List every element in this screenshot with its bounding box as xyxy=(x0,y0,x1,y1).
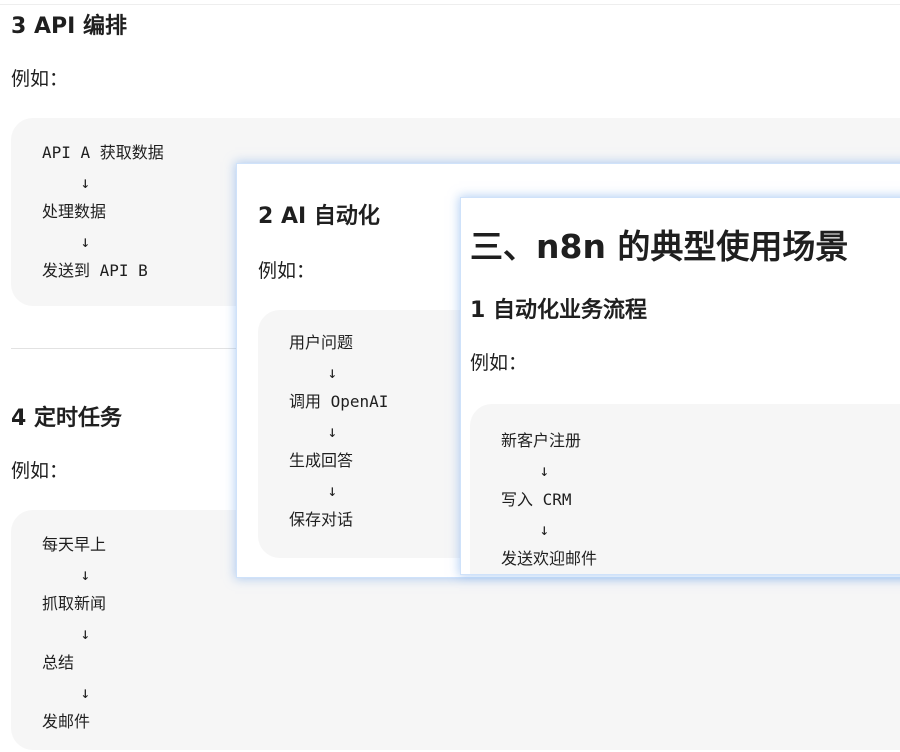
section-3-heading: 3 API 编排 xyxy=(11,14,127,39)
ai-automation-heading: 2 AI 自动化 xyxy=(258,204,380,229)
business-process-intro: 例如： xyxy=(470,352,528,374)
main-scenario-window[interactable]: 三、n8n 的典型使用场景 1 自动化业务流程 例如： 新客户注册 ↓ 写入 C… xyxy=(461,198,900,574)
section-3-intro: 例如： xyxy=(11,68,69,90)
main-title: 三、n8n 的典型使用场景 xyxy=(470,227,849,266)
top-divider xyxy=(0,4,900,5)
ai-automation-code: 用户问题 ↓ 调用 OpenAI ↓ 生成回答 ↓ 保存对话 xyxy=(289,333,389,529)
document-page: 3 API 编排 例如： API A 获取数据 ↓ 处理数据 ↓ 发送到 API… xyxy=(0,0,900,752)
section-3-code: API A 获取数据 ↓ 处理数据 ↓ 发送到 API B xyxy=(42,143,164,280)
business-process-heading: 1 自动化业务流程 xyxy=(470,298,647,323)
business-process-code: 新客户注册 ↓ 写入 CRM ↓ 发送欢迎邮件 xyxy=(501,431,598,568)
ai-automation-intro: 例如： xyxy=(258,260,316,282)
section-4-intro: 例如： xyxy=(11,460,69,482)
section-4-heading: 4 定时任务 xyxy=(11,406,122,431)
business-process-code-block: 新客户注册 ↓ 写入 CRM ↓ 发送欢迎邮件 xyxy=(470,404,900,574)
section-4-code: 每天早上 ↓ 抓取新闻 ↓ 总结 ↓ 发邮件 xyxy=(42,535,107,731)
